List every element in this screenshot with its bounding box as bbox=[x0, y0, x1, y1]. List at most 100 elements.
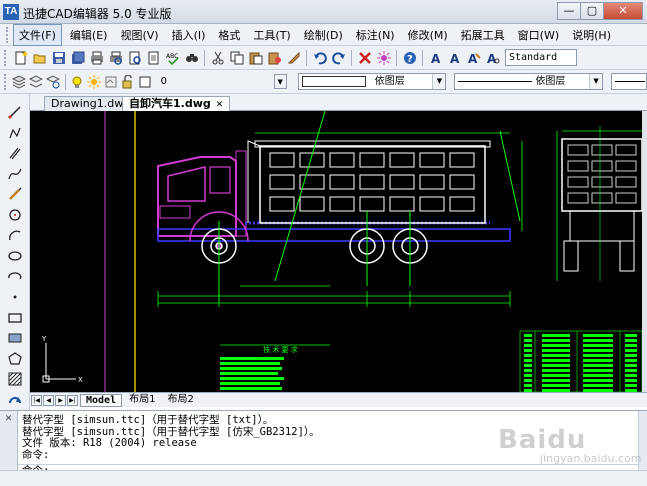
spellcheck-icon[interactable]: ABC bbox=[164, 49, 181, 66]
ellipse-tool-icon[interactable] bbox=[6, 248, 24, 265]
redo-icon[interactable] bbox=[330, 49, 347, 66]
parts-index-cell bbox=[524, 349, 532, 352]
find-icon[interactable] bbox=[183, 49, 200, 66]
menu-format[interactable]: 格式 bbox=[213, 25, 245, 45]
print-preview-icon[interactable] bbox=[107, 49, 124, 66]
maximize-button[interactable]: ▢ bbox=[580, 2, 604, 20]
region-tool-icon[interactable] bbox=[6, 330, 24, 347]
text-icon[interactable]: A bbox=[427, 49, 444, 66]
menu-edit[interactable]: 编辑(E) bbox=[65, 25, 113, 45]
point-tool-icon[interactable] bbox=[6, 289, 24, 306]
help-icon[interactable]: ? bbox=[401, 49, 418, 66]
linetype-combo[interactable]: 依图层 ▼ bbox=[454, 73, 604, 90]
drawing-canvas[interactable]: 技 术 要 求 Y X bbox=[30, 111, 642, 392]
layer-on-bulb-icon[interactable] bbox=[70, 73, 85, 90]
menu-draw[interactable]: 绘制(D) bbox=[299, 25, 348, 45]
tab-dump-truck[interactable]: 自卸汽车1.dwg ✕ bbox=[122, 96, 231, 111]
layer-state-icon[interactable] bbox=[46, 73, 61, 90]
svg-text:?: ? bbox=[407, 54, 413, 65]
color-dropdown-arrow-icon[interactable]: ▼ bbox=[432, 74, 446, 89]
spline-tool-icon[interactable] bbox=[6, 166, 24, 183]
close-command-icon[interactable]: ✕ bbox=[0, 414, 17, 424]
layer-combo[interactable]: 0 ▼ bbox=[157, 73, 288, 90]
circle-tool-icon[interactable] bbox=[6, 207, 24, 224]
menu-tools[interactable]: 工具(T) bbox=[248, 25, 295, 45]
line-tool-icon[interactable] bbox=[6, 104, 24, 121]
parts-name-cell bbox=[542, 384, 570, 387]
undo-icon[interactable] bbox=[311, 49, 328, 66]
menu-insert[interactable]: 插入(I) bbox=[167, 25, 211, 45]
menu-file[interactable]: 文件(F) bbox=[13, 23, 62, 46]
requirement-text-line bbox=[220, 372, 278, 375]
paste-special-icon[interactable] bbox=[266, 49, 283, 66]
new-file-icon[interactable] bbox=[12, 49, 29, 66]
title-bar: TA 迅捷CAD编辑器 5.0 专业版 — ▢ ✕ bbox=[0, 0, 647, 24]
layer-previous-icon[interactable] bbox=[29, 73, 44, 90]
next-layout-icon[interactable]: ▶ bbox=[55, 394, 66, 406]
print-icon[interactable] bbox=[88, 49, 105, 66]
command-history-line: 文件 版本: R18 (2004) release bbox=[22, 437, 197, 449]
multiline-tool-icon[interactable] bbox=[6, 145, 24, 162]
explode-icon[interactable] bbox=[375, 49, 392, 66]
save-icon[interactable] bbox=[50, 49, 67, 66]
last-layout-icon[interactable]: ▶| bbox=[67, 394, 78, 406]
menu-modify[interactable]: 修改(M) bbox=[403, 25, 453, 45]
polyline-tool-icon[interactable] bbox=[6, 125, 24, 142]
paste-icon[interactable] bbox=[247, 49, 264, 66]
parts-name-cell bbox=[542, 369, 570, 372]
parts-qty-cell bbox=[625, 379, 637, 382]
parts-spec-cell bbox=[583, 334, 613, 337]
prev-layout-icon[interactable]: ◀ bbox=[43, 394, 54, 406]
save-all-icon[interactable] bbox=[69, 49, 86, 66]
delete-icon[interactable] bbox=[356, 49, 373, 66]
hatch-tool-icon[interactable] bbox=[6, 371, 24, 388]
multiline-text-icon[interactable]: A bbox=[446, 49, 463, 66]
polygon-tool-icon[interactable] bbox=[6, 350, 24, 367]
match-properties-icon[interactable] bbox=[285, 49, 302, 66]
layer-color-swatch-icon[interactable] bbox=[138, 73, 153, 90]
close-button[interactable]: ✕ bbox=[603, 2, 643, 20]
layout-tab-model[interactable]: Model bbox=[80, 393, 123, 407]
ellipse-arc-tool-icon[interactable] bbox=[6, 268, 24, 285]
publish-icon[interactable] bbox=[145, 49, 162, 66]
menu-dimension[interactable]: 标注(N) bbox=[351, 25, 400, 45]
body-panel bbox=[449, 196, 475, 212]
open-file-icon[interactable] bbox=[31, 49, 48, 66]
text-edit-icon[interactable]: A bbox=[465, 49, 482, 66]
lineweight-combo[interactable] bbox=[611, 73, 647, 90]
color-combo[interactable]: 依图层 ▼ bbox=[297, 73, 447, 90]
rectangle-tool-icon[interactable] bbox=[6, 309, 24, 326]
snap-tool-icon[interactable] bbox=[6, 391, 24, 408]
sketch-tool-icon[interactable] bbox=[6, 186, 24, 203]
page-preview-icon[interactable] bbox=[126, 49, 143, 66]
arc-tool-icon[interactable] bbox=[6, 227, 24, 244]
cut-icon[interactable] bbox=[209, 49, 226, 66]
menu-extend-tools[interactable]: 拓展工具 bbox=[456, 25, 510, 45]
front-body-panels bbox=[567, 144, 637, 204]
text-style-icon[interactable]: A bbox=[484, 49, 501, 66]
layer-thaw-sun-icon[interactable] bbox=[87, 73, 102, 90]
toolbar-separator bbox=[422, 49, 423, 66]
canvas-vertical-scrollbar[interactable] bbox=[642, 111, 647, 392]
parts-qty-cell bbox=[625, 354, 637, 357]
layer-manager-icon[interactable] bbox=[12, 73, 27, 90]
text-style-combo[interactable]: Standard bbox=[505, 49, 577, 66]
layer-dropdown-arrow-icon[interactable]: ▼ bbox=[273, 74, 287, 89]
first-layout-icon[interactable]: |◀ bbox=[31, 394, 42, 406]
menu-help[interactable]: 说明(H) bbox=[567, 25, 616, 45]
copy-icon[interactable] bbox=[228, 49, 245, 66]
minimize-button[interactable]: — bbox=[557, 2, 581, 20]
truck-side-view bbox=[157, 111, 523, 307]
layer-unlock-icon[interactable] bbox=[121, 73, 136, 90]
linetype-dropdown-arrow-icon[interactable]: ▼ bbox=[589, 74, 603, 89]
layout-tab-layout1[interactable]: 布局1 bbox=[124, 394, 160, 407]
menu-view[interactable]: 视图(V) bbox=[115, 25, 163, 45]
layer-vp-icon[interactable] bbox=[104, 73, 119, 90]
body-panel bbox=[389, 152, 415, 168]
close-tab-icon[interactable]: ✕ bbox=[216, 100, 224, 110]
body-panel bbox=[299, 196, 325, 212]
text-style-value: Standard bbox=[509, 52, 558, 63]
menu-window[interactable]: 窗口(W) bbox=[513, 25, 564, 45]
layout-tab-layout2[interactable]: 布局2 bbox=[162, 394, 198, 407]
ucs-icon: Y X bbox=[41, 335, 83, 384]
